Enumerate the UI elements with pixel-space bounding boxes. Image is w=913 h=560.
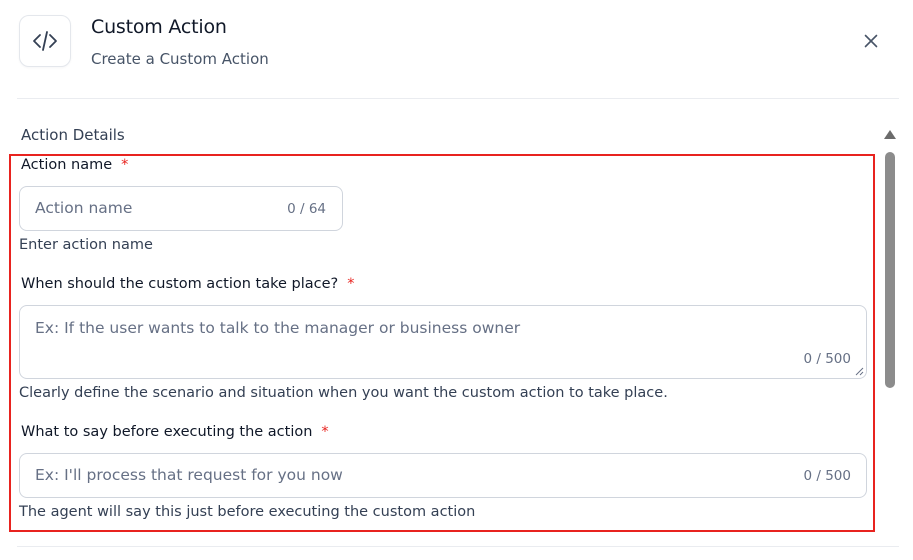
when-label-text: When should the custom action take place… — [21, 276, 339, 292]
bottom-divider — [17, 546, 899, 547]
dialog-title: Custom Action — [91, 16, 227, 38]
say-before-label-text: What to say before executing the action — [21, 424, 313, 440]
required-mark: * — [347, 276, 355, 292]
action-name-helper: Enter action name — [19, 237, 153, 253]
say-before-helper: The agent will say this just before exec… — [19, 504, 476, 520]
close-button[interactable] — [860, 30, 882, 52]
required-mark: * — [321, 424, 329, 440]
say-before-input[interactable]: Ex: I'll process that request for you no… — [19, 453, 867, 498]
code-icon — [33, 31, 57, 51]
resize-handle-icon[interactable] — [854, 366, 864, 376]
header-divider — [17, 98, 899, 99]
say-before-label: What to say before executing the action * — [21, 424, 329, 440]
action-name-counter: 0 / 64 — [287, 201, 326, 217]
say-before-counter: 0 / 500 — [803, 468, 852, 484]
when-placeholder: Ex: If the user wants to talk to the man… — [35, 319, 521, 337]
code-icon-box — [19, 15, 71, 67]
action-name-label-text: Action name — [21, 157, 113, 173]
scrollbar[interactable] — [884, 130, 896, 400]
action-name-input[interactable]: Action name 0 / 64 — [19, 186, 343, 231]
dialog-subtitle: Create a Custom Action — [91, 50, 269, 68]
scroll-up-arrow-icon[interactable] — [884, 130, 896, 139]
when-counter: 0 / 500 — [803, 351, 852, 367]
action-name-placeholder: Action name — [35, 199, 133, 217]
when-label: When should the custom action take place… — [21, 276, 355, 292]
action-name-label: Action name * — [21, 157, 128, 173]
section-title: Action Details — [21, 126, 125, 144]
close-icon — [864, 34, 878, 48]
when-helper: Clearly define the scenario and situatio… — [19, 385, 668, 401]
when-textarea[interactable]: Ex: If the user wants to talk to the man… — [19, 305, 867, 379]
scroll-thumb[interactable] — [885, 152, 895, 388]
say-before-placeholder: Ex: I'll process that request for you no… — [35, 466, 343, 484]
required-mark: * — [121, 157, 129, 173]
